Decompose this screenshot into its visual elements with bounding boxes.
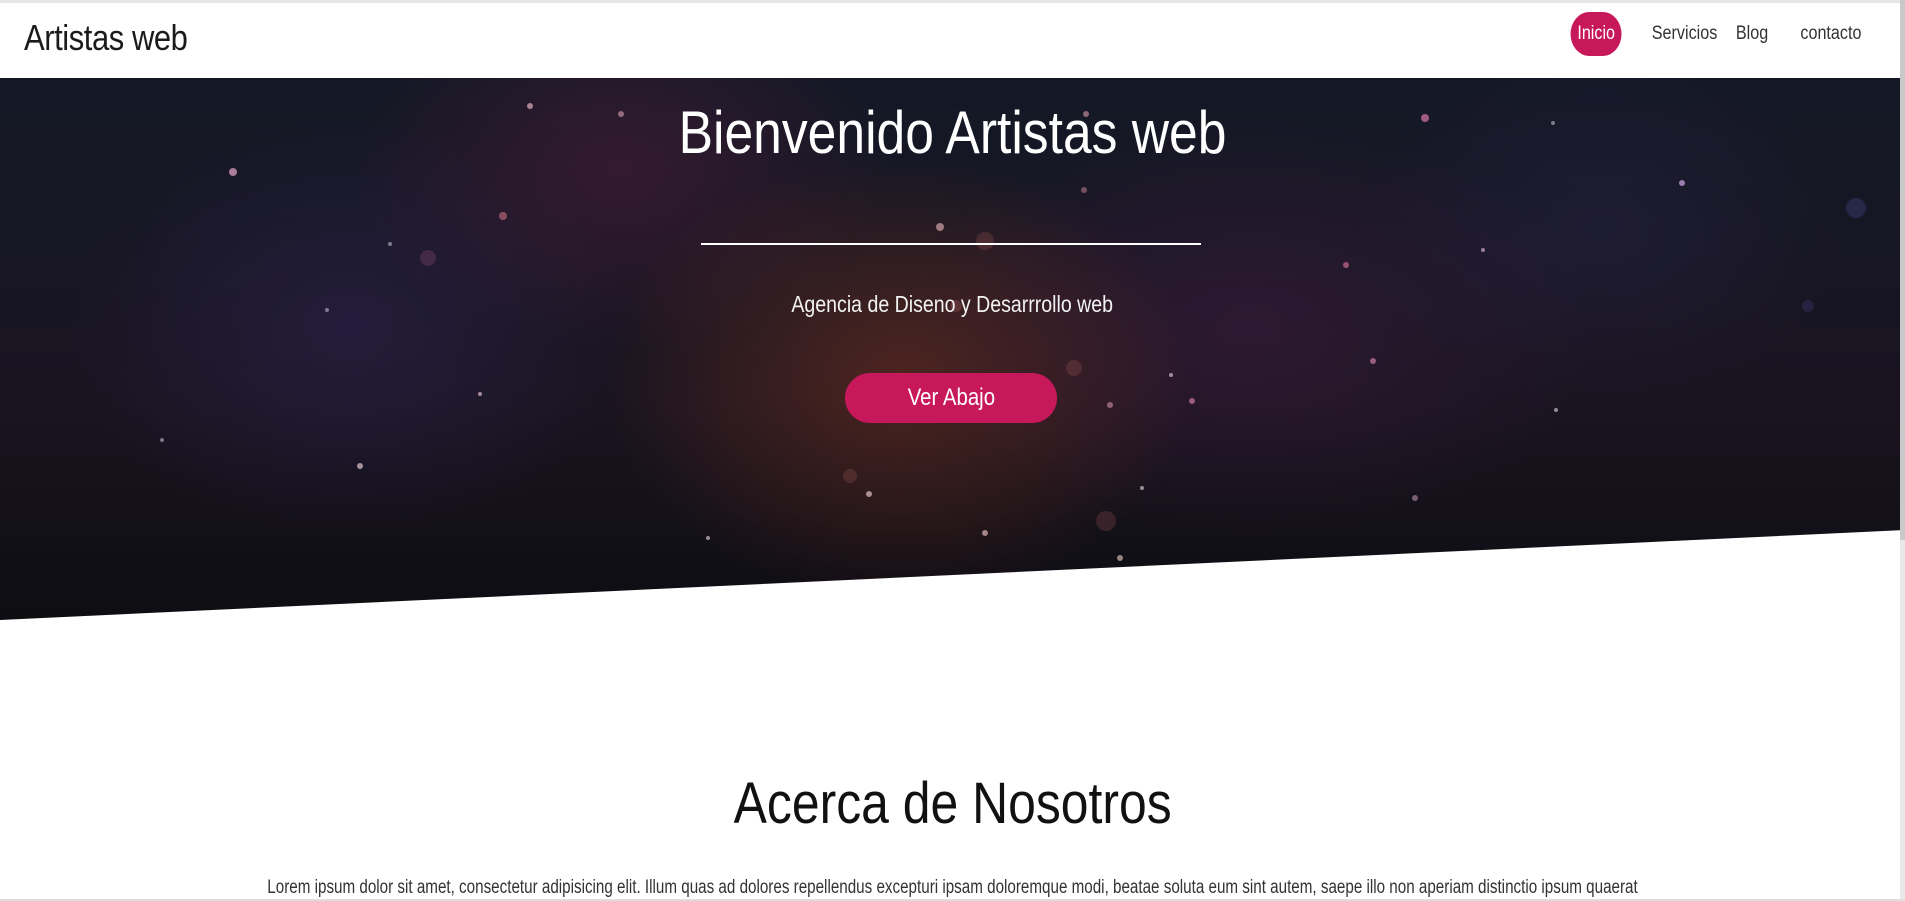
bokeh-particle: [160, 438, 164, 442]
about-title-text: Acerca de Nosotros: [733, 771, 1172, 836]
bokeh-particle: [1554, 408, 1558, 412]
bokeh-particle: [499, 212, 507, 220]
about-paragraph-text: Lorem ipsum dolor sit amet, consectetur …: [267, 877, 1638, 898]
vertical-scrollbar[interactable]: [1900, 0, 1905, 901]
hero-section: Bienvenido Artistas web Agencia de Disen…: [0, 78, 1905, 620]
bokeh-particle: [1679, 180, 1685, 186]
bokeh-particle: [1140, 486, 1144, 490]
ver-abajo-button[interactable]: Ver Abajo: [845, 373, 1057, 423]
nav-item-servicios[interactable]: Servicios: [1642, 12, 1727, 56]
bokeh-particle: [976, 232, 994, 250]
bokeh-particle: [1081, 187, 1087, 193]
nav-item-blog[interactable]: Blog: [1729, 12, 1775, 56]
bokeh-particle: [1066, 360, 1082, 376]
hero-divider: [701, 243, 1201, 245]
bokeh-particle: [1481, 248, 1485, 252]
nav-item-label[interactable]: Blog: [1732, 12, 1771, 56]
bokeh-particle: [1117, 555, 1123, 561]
bokeh-particle: [936, 223, 944, 231]
bokeh-particle: [1343, 262, 1349, 268]
nav-item-label[interactable]: Servicios: [1648, 12, 1720, 56]
hero-subtitle-text: Agencia de Diseno y Desarrrollo web: [791, 291, 1114, 317]
bokeh-particle: [1096, 511, 1116, 531]
brand-logo[interactable]: Artistas web: [24, 17, 188, 59]
navbar: Artistas web Inicio Servicios Blog conta…: [0, 3, 1905, 78]
nav-item-label[interactable]: Inicio: [1570, 12, 1622, 56]
bokeh-particle: [982, 530, 988, 536]
bokeh-particle: [1846, 198, 1866, 218]
about-paragraph: Lorem ipsum dolor sit amet, consectetur …: [0, 877, 1905, 899]
about-title: Acerca de Nosotros: [0, 770, 1905, 837]
page: Artistas web Inicio Servicios Blog conta…: [0, 0, 1905, 901]
bokeh-particle: [229, 168, 237, 176]
bokeh-particle: [420, 250, 436, 266]
bokeh-particle: [388, 242, 392, 246]
bokeh-particle: [1370, 358, 1376, 364]
nav-item-label[interactable]: contacto: [1797, 12, 1865, 56]
scrollbar-thumb[interactable]: [1900, 0, 1905, 540]
hero-subtitle: Agencia de Diseno y Desarrrollo web: [0, 291, 1905, 318]
bokeh-particle: [478, 392, 482, 396]
nav-item-inicio[interactable]: Inicio: [1566, 12, 1626, 56]
bokeh-particle: [1412, 495, 1418, 501]
hero-title: Bienvenido Artistas web: [0, 98, 1905, 167]
ver-abajo-button-label: Ver Abajo: [907, 384, 995, 411]
bokeh-particle: [1169, 373, 1173, 377]
bokeh-particle: [706, 536, 710, 540]
bokeh-particle: [1107, 402, 1113, 408]
bokeh-particle: [866, 491, 872, 497]
bokeh-particle: [357, 463, 363, 469]
nav-item-contacto[interactable]: contacto: [1791, 12, 1871, 56]
bokeh-particle: [1189, 398, 1195, 404]
bokeh-particle: [843, 469, 857, 483]
hero-title-text: Bienvenido Artistas web: [678, 99, 1227, 166]
